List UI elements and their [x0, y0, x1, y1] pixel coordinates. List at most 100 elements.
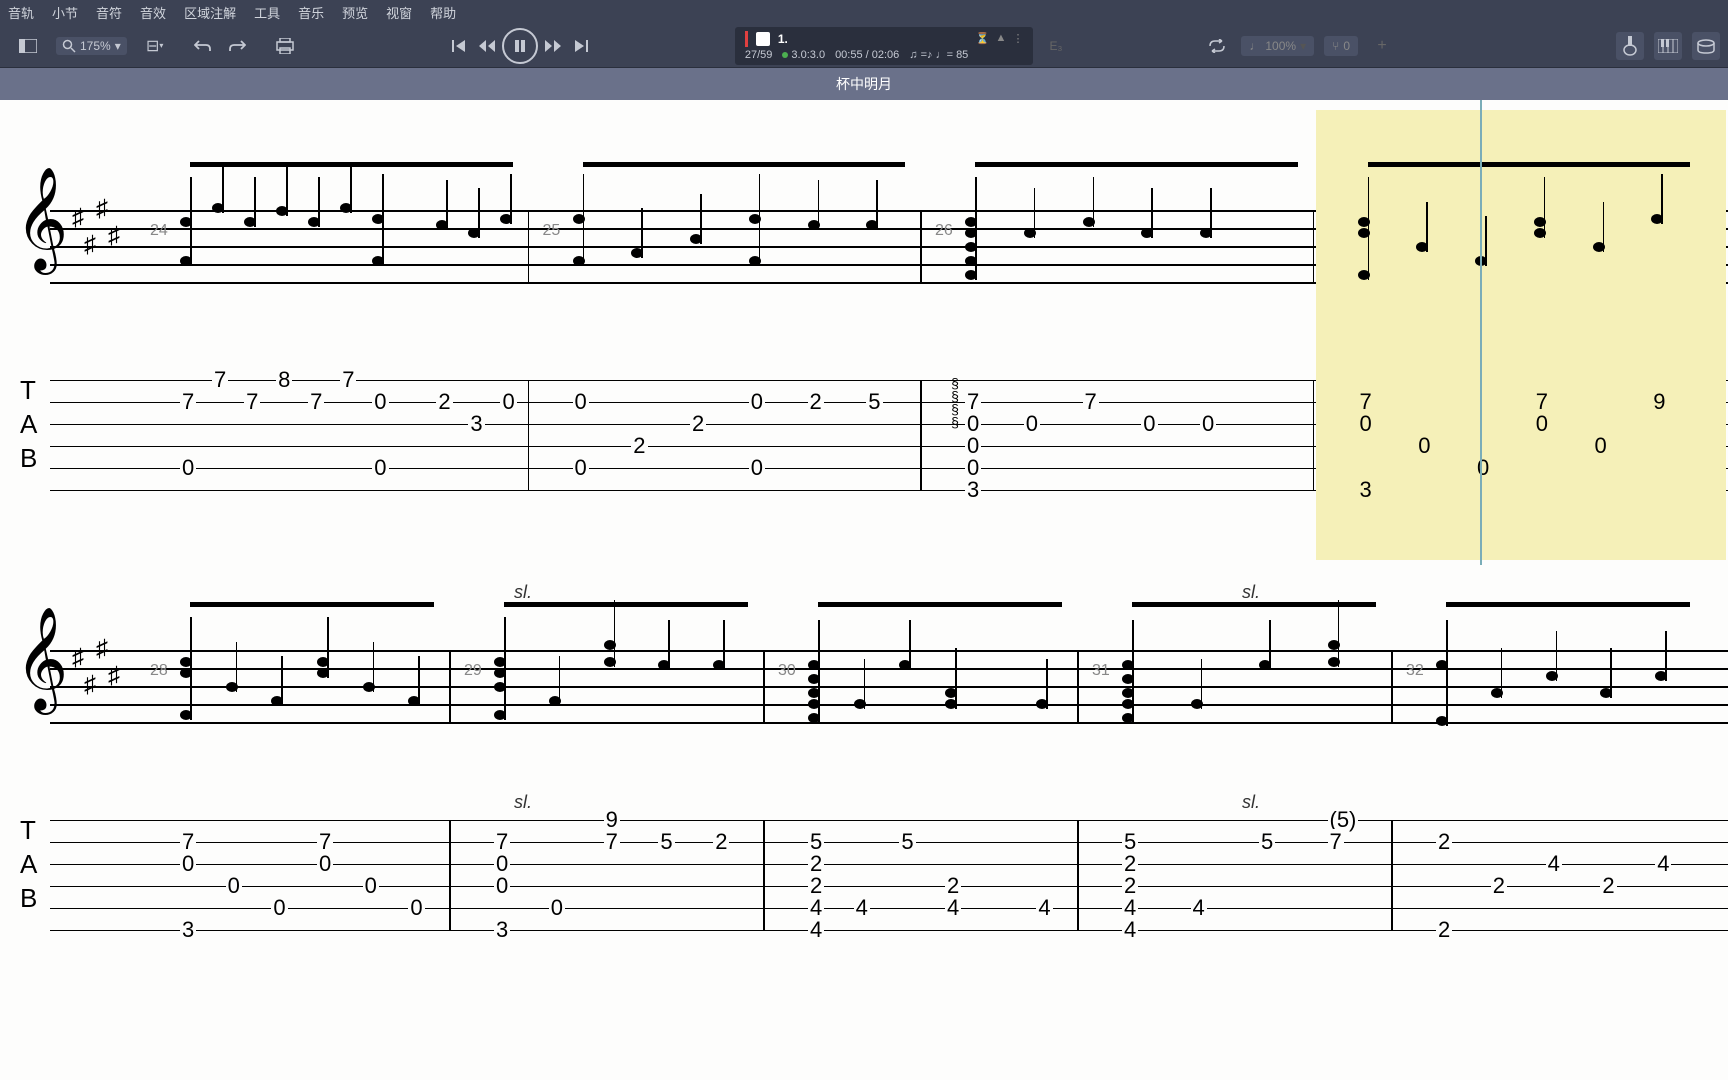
fret-number[interactable]: 2 — [436, 389, 452, 415]
track-name[interactable]: 1. — [778, 32, 788, 46]
menu-item[interactable]: 音符 — [96, 3, 122, 22]
fret-number[interactable]: 2 — [690, 411, 706, 437]
fret-number[interactable]: 0 — [1416, 433, 1432, 459]
layout-button[interactable] — [14, 32, 42, 60]
fret-number[interactable]: 0 — [372, 389, 388, 415]
menu-item[interactable]: 小节 — [52, 3, 78, 22]
fret-number[interactable]: 3 — [468, 411, 484, 437]
fret-number[interactable]: 0 — [549, 895, 565, 921]
drums-view-button[interactable] — [1692, 32, 1720, 60]
score-area[interactable]: 𝄞♯♯♯♯24252627TAB70778770023000220025§§§§… — [0, 100, 1728, 1080]
fret-number[interactable]: 4 — [1655, 851, 1671, 877]
fret-number[interactable]: 2 — [713, 829, 729, 855]
notation-staff[interactable]: 𝄞♯♯♯♯2829303132sl.sl. — [20, 590, 1728, 790]
fret-number[interactable]: 2 — [1600, 873, 1616, 899]
fret-number[interactable]: 4 — [945, 895, 961, 921]
tab-clef-letter: A — [20, 409, 37, 440]
sharp-icon: ♯ — [96, 196, 108, 223]
fret-number[interactable]: 0 — [749, 455, 765, 481]
fret-number[interactable]: 0 — [494, 873, 510, 899]
hourglass-icon[interactable]: ⏳ — [976, 32, 990, 45]
slide-annotation: sl. — [514, 582, 532, 603]
fret-number[interactable]: 0 — [271, 895, 287, 921]
fret-number[interactable]: 0 — [1534, 411, 1550, 437]
loop-button[interactable] — [1203, 32, 1231, 60]
fret-number[interactable]: 0 — [363, 873, 379, 899]
zoom-control[interactable]: 175% ▾ — [56, 37, 127, 55]
menu-item[interactable]: 区域注解 — [184, 3, 236, 22]
skip-start-button[interactable] — [446, 33, 472, 59]
fret-number[interactable]: 7 — [340, 367, 356, 393]
fret-number[interactable]: 0 — [180, 455, 196, 481]
fret-number[interactable]: 7 — [1328, 829, 1344, 855]
rewind-button[interactable] — [474, 33, 500, 59]
fret-number[interactable]: 3 — [180, 917, 196, 943]
fret-number[interactable]: 5 — [658, 829, 674, 855]
fret-number[interactable]: 2 — [808, 389, 824, 415]
increment-button[interactable]: + — [1368, 32, 1396, 60]
fret-number[interactable]: 7 — [308, 389, 324, 415]
fret-number[interactable]: 0 — [180, 851, 196, 877]
fret-number[interactable]: 8 — [276, 367, 292, 393]
menu-item[interactable]: 音轨 — [8, 3, 34, 22]
menu-item[interactable]: 音效 — [140, 3, 166, 22]
menu-item[interactable]: 视窗 — [386, 3, 412, 22]
fret-number[interactable]: 9 — [1651, 389, 1667, 415]
fret-number[interactable]: 0 — [573, 389, 589, 415]
fret-number[interactable]: 3 — [494, 917, 510, 943]
fret-number[interactable]: 7 — [180, 389, 196, 415]
fret-number[interactable]: 0 — [1024, 411, 1040, 437]
fret-number[interactable]: 7 — [244, 389, 260, 415]
fret-number[interactable]: 0 — [226, 873, 242, 899]
guitar-view-button[interactable] — [1616, 32, 1644, 60]
undo-button[interactable] — [189, 32, 217, 60]
menu-item[interactable]: 工具 — [254, 3, 280, 22]
fret-number[interactable]: 0 — [1141, 411, 1157, 437]
skip-end-button[interactable] — [568, 33, 594, 59]
fret-number[interactable]: 0 — [1358, 411, 1374, 437]
view-mode-button[interactable]: ⊟▾ — [141, 32, 169, 60]
metronome-icon[interactable]: ▲ — [996, 32, 1007, 45]
tablature-staff[interactable]: TAB70300700070030975252244452445224445(5… — [20, 820, 1728, 960]
fret-number[interactable]: 0 — [749, 389, 765, 415]
fret-number[interactable]: 3 — [1358, 477, 1374, 503]
bar-number: 30 — [778, 662, 796, 680]
fret-number[interactable]: 0 — [317, 851, 333, 877]
fret-number[interactable]: 5 — [899, 829, 915, 855]
fret-number[interactable]: 2 — [1436, 829, 1452, 855]
more-icon[interactable]: ⋮ — [1012, 32, 1023, 45]
fret-number[interactable]: 4 — [854, 895, 870, 921]
menu-item[interactable]: 音乐 — [298, 3, 324, 22]
pause-button[interactable] — [502, 28, 538, 64]
fret-number[interactable]: 4 — [1122, 917, 1138, 943]
keyboard-view-button[interactable] — [1654, 32, 1682, 60]
fast-forward-button[interactable] — [540, 33, 566, 59]
fret-number[interactable]: 0 — [500, 389, 516, 415]
fret-number[interactable]: 0 — [573, 455, 589, 481]
fret-number[interactable]: 2 — [1491, 873, 1507, 899]
fret-number[interactable]: 2 — [1436, 917, 1452, 943]
fret-number[interactable]: 5 — [1259, 829, 1275, 855]
menu-item[interactable]: 预览 — [342, 3, 368, 22]
fret-number[interactable]: 7 — [604, 829, 620, 855]
menu-item[interactable]: 帮助 — [430, 3, 456, 22]
fret-number[interactable]: 5 — [866, 389, 882, 415]
fret-number[interactable]: 4 — [1546, 851, 1562, 877]
fret-number[interactable]: 3 — [965, 477, 981, 503]
beam — [1446, 602, 1690, 607]
fret-number[interactable]: 0 — [1475, 455, 1491, 481]
speed-control[interactable]: ♩ 100% ▾ — [1241, 36, 1314, 56]
fret-number[interactable]: 4 — [1191, 895, 1207, 921]
fret-number[interactable]: 4 — [1036, 895, 1052, 921]
print-button[interactable] — [271, 32, 299, 60]
fret-number[interactable]: 2 — [631, 433, 647, 459]
redo-button[interactable] — [223, 32, 251, 60]
transpose-control[interactable]: ⑂ 0 — [1324, 36, 1358, 56]
fret-number[interactable]: 7 — [1083, 389, 1099, 415]
fret-number[interactable]: 7 — [212, 367, 228, 393]
fret-number[interactable]: 0 — [1593, 433, 1609, 459]
fret-number[interactable]: 0 — [372, 455, 388, 481]
fret-number[interactable]: 0 — [408, 895, 424, 921]
fret-number[interactable]: 4 — [808, 917, 824, 943]
fret-number[interactable]: 0 — [1200, 411, 1216, 437]
